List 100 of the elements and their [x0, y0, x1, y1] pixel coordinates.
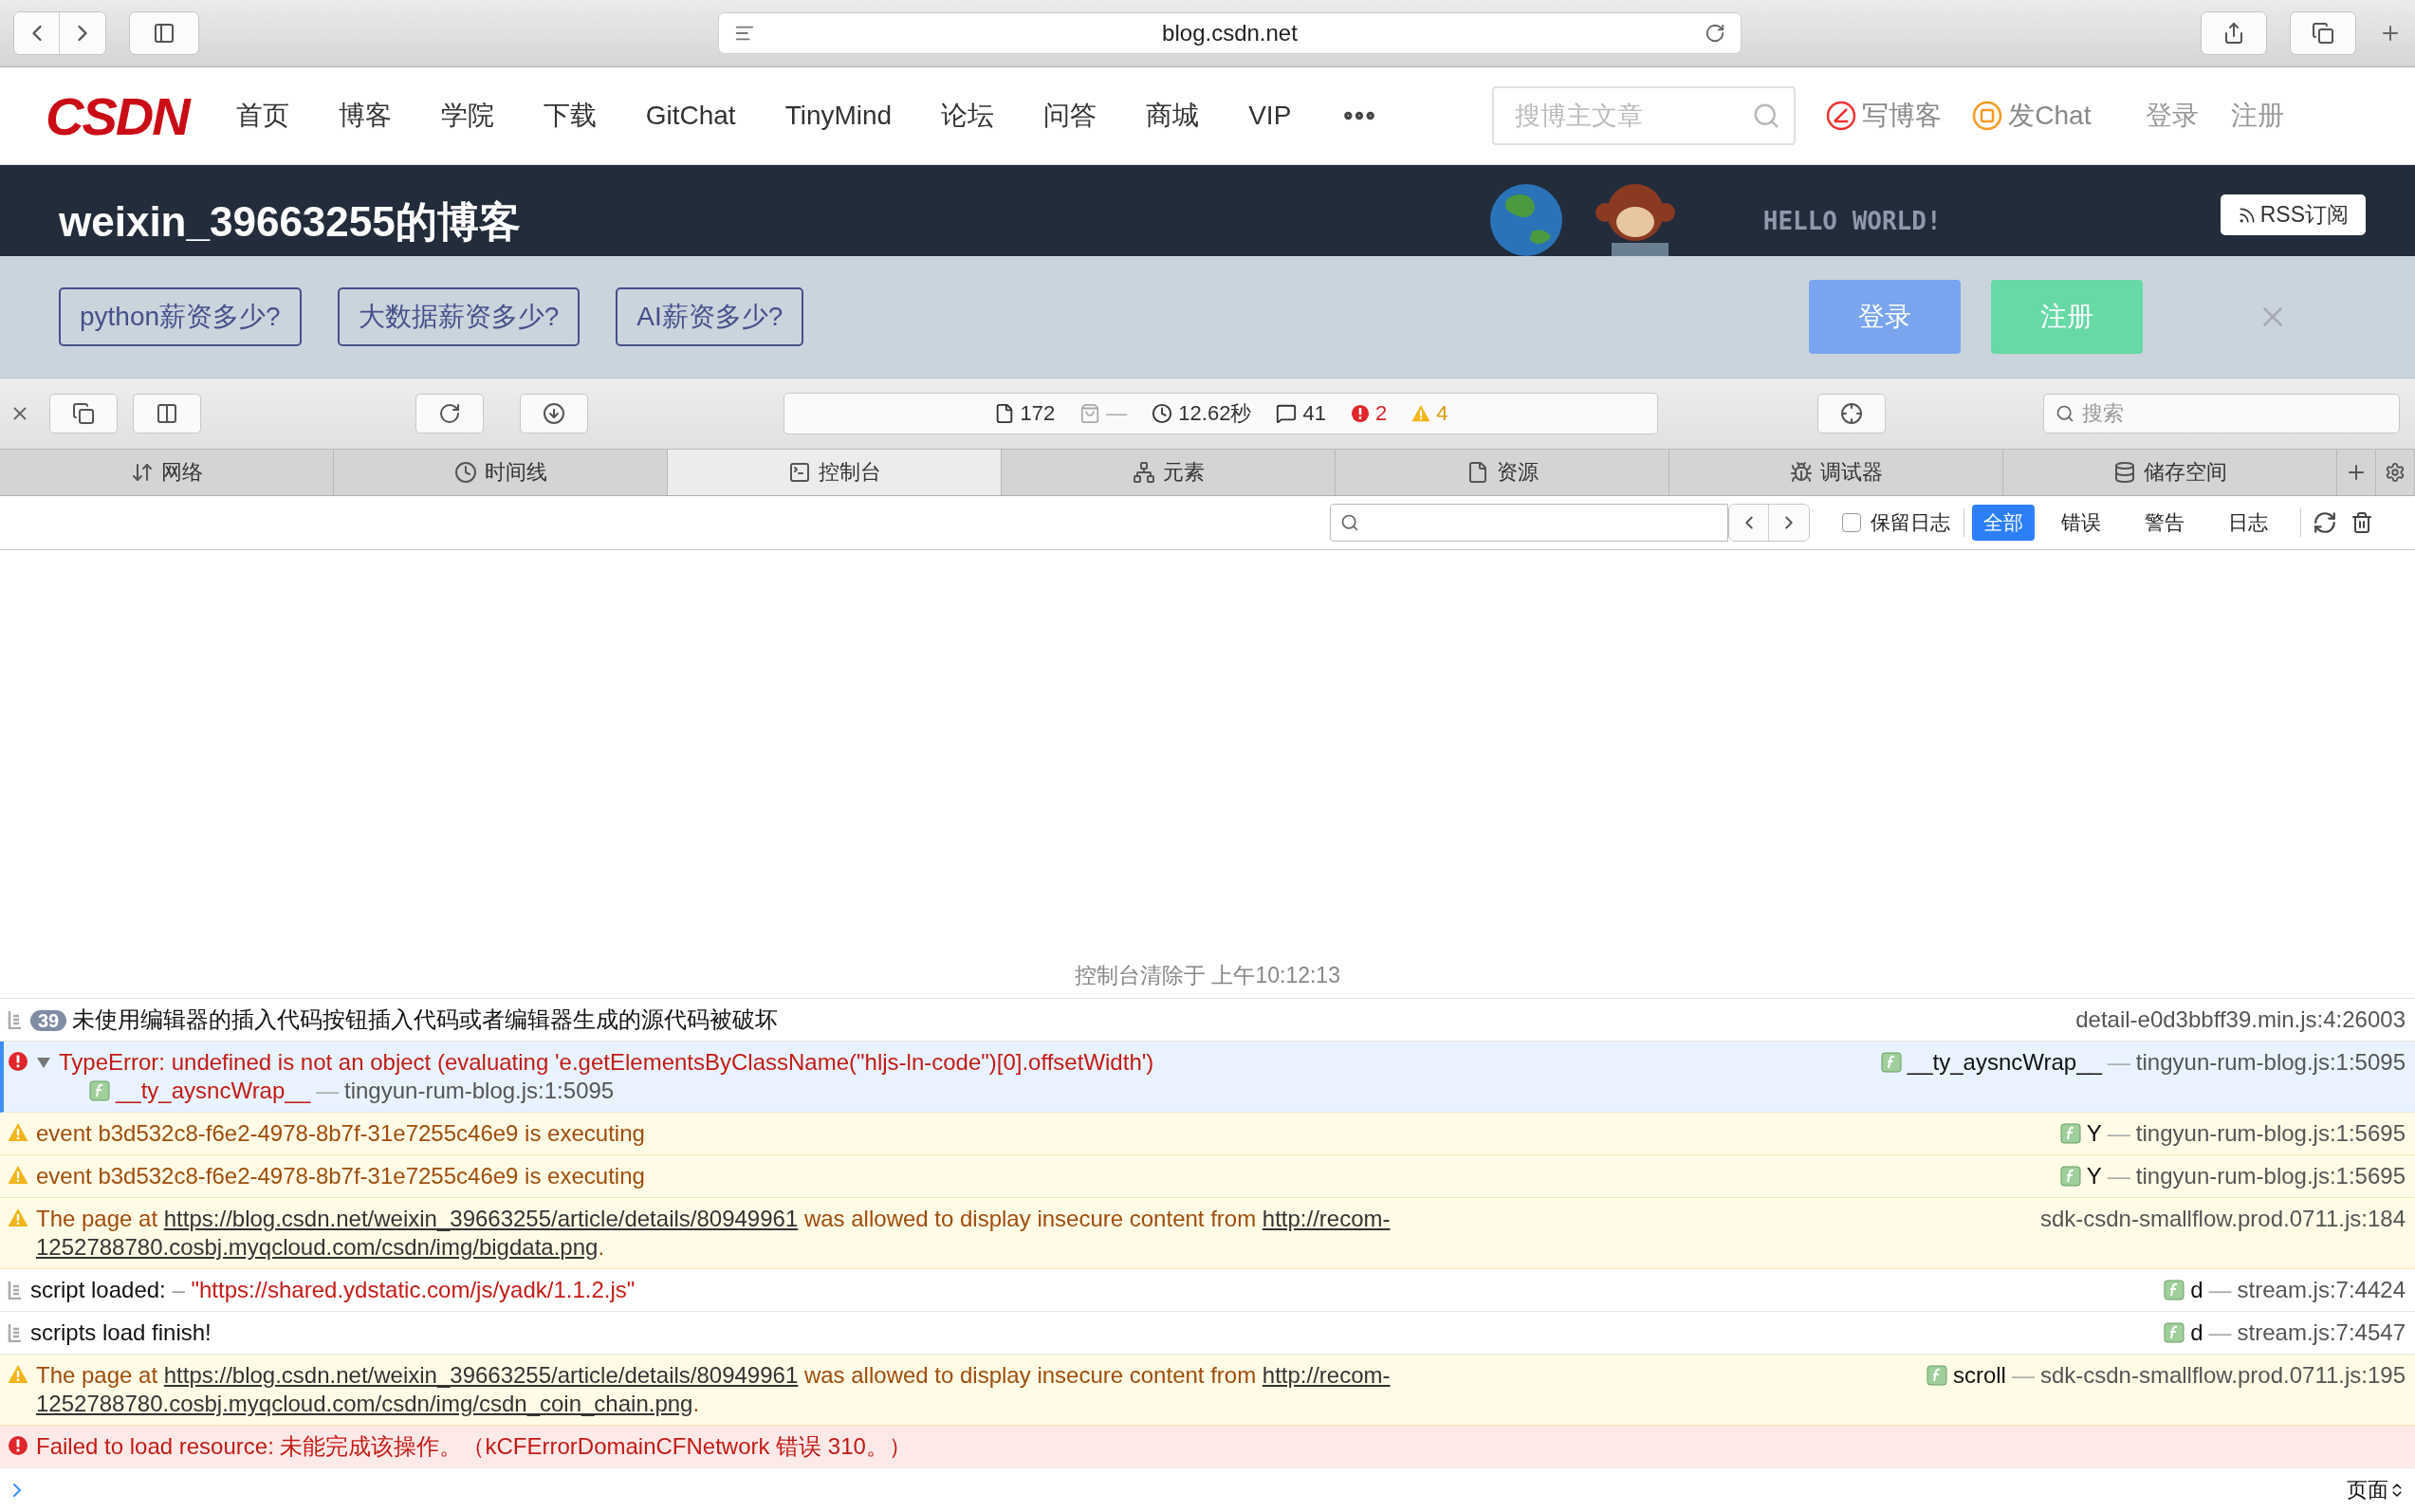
- console-message[interactable]: event b3d532c8-f6e2-4978-8b7f-31e7255c46e9 is executing Y — tingyun-rum-blog.js:1:5695: [0, 1155, 2415, 1198]
- url-link[interactable]: https://blog.csdn.net/weixin_39663255/article/details/80949961: [163, 1206, 799, 1231]
- speech-bubble-icon: [1276, 403, 1298, 424]
- function-name[interactable]: d: [2190, 1318, 2203, 1347]
- clock-icon: [1152, 403, 1173, 424]
- function-icon: [2059, 1166, 2081, 1187]
- console-message[interactable]: TypeError: undefined is not an object (evaluating 'e.getElementsByClassName("hljs-ln-code")[0].offsetWidth') __ty_aysncWrap__ — tingyun-rum-blog.js:1:5095 __ty_aysncWrap__ — tingyun-rum-blog.js:1:5095: [0, 1042, 2415, 1113]
- separator: —: [2107, 1119, 2130, 1148]
- tabs-button[interactable]: [2291, 12, 2355, 54]
- search-icon: [1340, 513, 1359, 532]
- nav-link[interactable]: 下载: [543, 98, 597, 134]
- nav-action[interactable]: 写博客: [1826, 98, 1943, 134]
- back-button[interactable]: [14, 12, 60, 54]
- nav-link[interactable]: 首页: [235, 98, 289, 134]
- nav-link[interactable]: 博客: [338, 98, 392, 134]
- function-name[interactable]: __ty_aysncWrap__: [1907, 1048, 2102, 1077]
- dock-button[interactable]: [49, 394, 118, 433]
- address-bar[interactable]: blog.csdn.net: [718, 12, 1742, 54]
- download-button[interactable]: [520, 394, 588, 433]
- checkbox-label[interactable]: 保留日志: [1871, 509, 1950, 536]
- url-link[interactable]: http://recom-: [1262, 1362, 1391, 1388]
- nav-link[interactable]: 学院: [440, 98, 494, 134]
- reload-icon[interactable]: [1705, 23, 1725, 44]
- nav-action[interactable]: 发Chat: [1972, 98, 2092, 134]
- search-input[interactable]: 搜索: [2080, 400, 2387, 427]
- separator: —: [2208, 1276, 2232, 1304]
- promo-tag[interactable]: AI薪资多少?: [616, 287, 804, 346]
- reload-icon: [438, 402, 461, 425]
- function-name[interactable]: __ty_aysncWrap__: [116, 1077, 310, 1105]
- nav-link[interactable]: TinyMind: [784, 101, 893, 131]
- search-field[interactable]: 搜索: [2043, 394, 2400, 433]
- warning-icon: [1411, 404, 1431, 423]
- reload-icon[interactable]: [2313, 510, 2337, 535]
- crosshair-icon: [1840, 402, 1863, 425]
- status-item[interactable]: 12.62秒: [1152, 399, 1252, 428]
- message-text: The page at https://blog.csdn.net/weixin_39663255/article/details/80949961 was allowed to display insecure content from http://recom- 1252788780.cosbj.myqcloud.com/csdn/img/bigdata.png.: [36, 1205, 1392, 1262]
- level-filter[interactable]: 日志: [2217, 505, 2279, 541]
- nav-link[interactable]: 论坛: [941, 98, 995, 134]
- url-link[interactable]: 1252788780.cosbj.myqcloud.com/csdn/img/bigdata.png: [36, 1234, 599, 1260]
- level-filter[interactable]: 全部: [1972, 505, 2035, 541]
- promo-tag[interactable]: 大数据薪资多少?: [337, 287, 581, 346]
- log-icon: [8, 1281, 23, 1300]
- trash-icon[interactable]: [2350, 511, 2373, 534]
- nav-link[interactable]: 问答: [1043, 98, 1097, 134]
- source-location[interactable]: tingyun-rum-blog.js:1:5695: [2135, 1162, 2406, 1190]
- function-icon: [1880, 1052, 1902, 1073]
- sidebar-button[interactable]: [130, 12, 198, 54]
- message-text: event b3d532c8-f6e2-4978-8b7f-31e7255c46e9 is executing: [36, 1119, 645, 1148]
- separator: —: [316, 1077, 339, 1105]
- slogan: HELLO WORLD!: [1762, 207, 1942, 235]
- source-location[interactable]: detail-e0d3bbff39.min.js:4:26003: [2075, 1005, 2406, 1034]
- console-message[interactable]: Failed to load resource: 未能完成该操作。（kCFErrorDomainCFNetwork 错误 310。）: [0, 1426, 2415, 1468]
- source-location[interactable]: sdk-csdn-smallflow.prod.0711.js:195: [2039, 1361, 2406, 1390]
- nav-link[interactable]: GitChat: [645, 101, 736, 131]
- filter-field[interactable]: [1330, 504, 1728, 542]
- devtools-tab[interactable]: 控制台: [668, 450, 1002, 495]
- level-filter[interactable]: 错误: [2050, 505, 2112, 541]
- settings-icon: [2385, 462, 2406, 483]
- status-item[interactable]: 2: [1350, 401, 1388, 426]
- source-location[interactable]: tingyun-rum-blog.js:1:5695: [2135, 1119, 2406, 1148]
- nav-link[interactable]: 商城: [1146, 98, 1200, 134]
- function-name[interactable]: Y: [2086, 1162, 2102, 1190]
- console-message[interactable]: [0, 1198, 2415, 1269]
- level-filter[interactable]: 警告: [2133, 505, 2196, 541]
- console-message[interactable]: event b3d532c8-f6e2-4978-8b7f-31e7255c46e9 is executing Y — tingyun-rum-blog.js:1:5695: [0, 1113, 2415, 1155]
- search-field[interactable]: 搜博主文章: [1492, 86, 1797, 145]
- source-location[interactable]: sdk-csdn-smallflow.prod.0711.js:184: [2039, 1205, 2406, 1233]
- share-button[interactable]: [2202, 12, 2266, 54]
- rss-button[interactable]: RSS订阅: [2220, 194, 2366, 235]
- source-location[interactable]: tingyun-rum-blog.js:1:5095: [344, 1077, 615, 1105]
- status-item[interactable]: 172: [993, 401, 1056, 426]
- disclosure-icon[interactable]: [36, 1055, 51, 1070]
- url-link[interactable]: 1252788780.cosbj.myqcloud.com/csdn/img/csdn_coin_chain.png: [36, 1391, 693, 1416]
- site-logo[interactable]: CSDN: [46, 84, 189, 147]
- url-link[interactable]: http://recom-: [1262, 1206, 1391, 1231]
- download-icon: [543, 402, 565, 425]
- source-location[interactable]: stream.js:7:4424: [2237, 1276, 2406, 1304]
- previous-button[interactable]: [1729, 505, 1769, 541]
- function-name[interactable]: d: [2190, 1276, 2203, 1304]
- search-icon: [2056, 404, 2074, 423]
- error-icon: [8, 1435, 28, 1456]
- warning-icon: [8, 1208, 28, 1228]
- inspect-button[interactable]: [1817, 394, 1886, 433]
- source-location[interactable]: stream.js:7:4547: [2237, 1318, 2406, 1347]
- separator: —: [2011, 1361, 2035, 1390]
- function-name[interactable]: Y: [2086, 1119, 2102, 1148]
- promo-tag[interactable]: python薪资多少?: [59, 287, 302, 346]
- console-message[interactable]: [0, 1355, 2415, 1426]
- checkbox[interactable]: [1842, 513, 1861, 532]
- warning-icon: [8, 1122, 28, 1143]
- reload-button[interactable]: [415, 394, 484, 433]
- source-location[interactable]: tingyun-rum-blog.js:1:5095: [2135, 1048, 2406, 1077]
- split-button[interactable]: [133, 394, 201, 433]
- search-input[interactable]: 搜博主文章: [1513, 100, 1753, 132]
- nav-link[interactable]: VIP: [1248, 101, 1292, 131]
- function-name[interactable]: scroll: [1952, 1361, 2006, 1390]
- url-link[interactable]: https://blog.csdn.net/weixin_39663255/article/details/80949961: [163, 1362, 799, 1388]
- context-selector[interactable]: 页面: [2347, 1476, 2406, 1504]
- warning-icon: [8, 1364, 28, 1385]
- status-item[interactable]: 41: [1276, 401, 1326, 426]
